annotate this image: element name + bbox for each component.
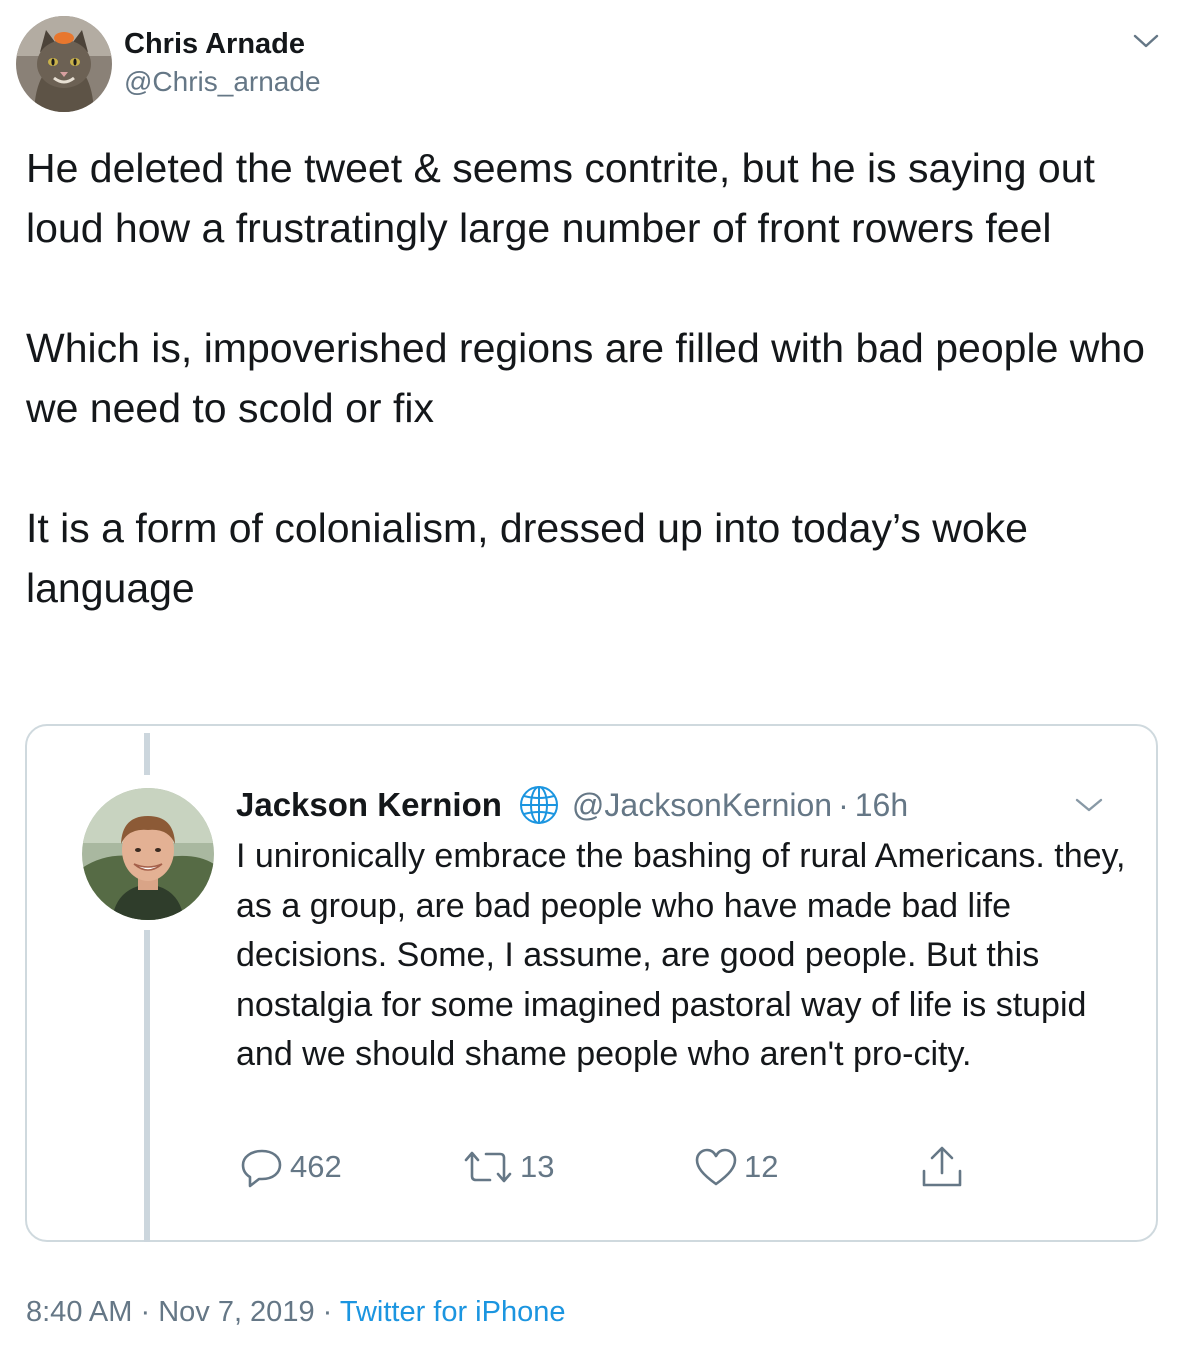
separator-dot: ·: [314, 1296, 340, 1328]
author-handle[interactable]: @Chris_arnade: [124, 66, 321, 98]
tweet-paragraph: He deleted the tweet & seems contrite, b…: [26, 145, 1095, 251]
quoted-tweet-time[interactable]: 16h: [855, 787, 908, 824]
quoted-author-avatar[interactable]: [82, 788, 214, 920]
quoted-author-name[interactable]: Jackson Kernion: [236, 786, 502, 824]
quoted-tweet-header: Jackson Kernion @JacksonKernion · 16h: [236, 783, 908, 827]
thread-line: [144, 733, 150, 775]
like-count: 12: [744, 1149, 779, 1184]
retweet-button[interactable]: 13: [462, 1146, 554, 1188]
retweet-count: 13: [520, 1149, 555, 1184]
share-button[interactable]: [918, 1146, 972, 1188]
heart-icon: [695, 1148, 737, 1186]
quoted-tweet-text: I unironically embrace the bashing of ru…: [236, 837, 1126, 1074]
chevron-down-icon[interactable]: [1132, 30, 1160, 52]
reply-button[interactable]: 462: [240, 1146, 342, 1188]
thread-line: [144, 930, 150, 1242]
tweet-time[interactable]: 8:40 AM: [26, 1296, 132, 1328]
tweet-source-link[interactable]: Twitter for iPhone: [340, 1296, 566, 1328]
like-button[interactable]: 12: [694, 1146, 778, 1188]
cat-avatar-icon: [16, 16, 112, 112]
tweet-paragraph: It is a form of colonialism, dressed up …: [26, 505, 1028, 611]
author-avatar[interactable]: [16, 16, 112, 112]
tweet-paragraph: Which is, impoverished regions are fille…: [26, 325, 1145, 431]
tweet-text: He deleted the tweet & seems contrite, b…: [26, 138, 1166, 678]
separator-dot: ·: [838, 786, 849, 823]
globe-icon: [519, 786, 558, 824]
retweet-icon: [464, 1151, 512, 1183]
tweet-date[interactable]: Nov 7, 2019: [158, 1296, 314, 1328]
tweet-timestamp: 8:40 AM · Nov 7, 2019 · Twitter for iPho…: [26, 1296, 565, 1329]
separator-dot: ·: [132, 1296, 159, 1328]
person-avatar-icon: [82, 788, 214, 920]
reply-count: 462: [290, 1149, 342, 1184]
author-name[interactable]: Chris Arnade: [124, 28, 305, 61]
chevron-down-icon[interactable]: [1074, 794, 1104, 816]
share-icon: [922, 1146, 962, 1187]
reply-icon: [241, 1149, 282, 1188]
quoted-author-handle[interactable]: @JacksonKernion: [572, 787, 832, 824]
